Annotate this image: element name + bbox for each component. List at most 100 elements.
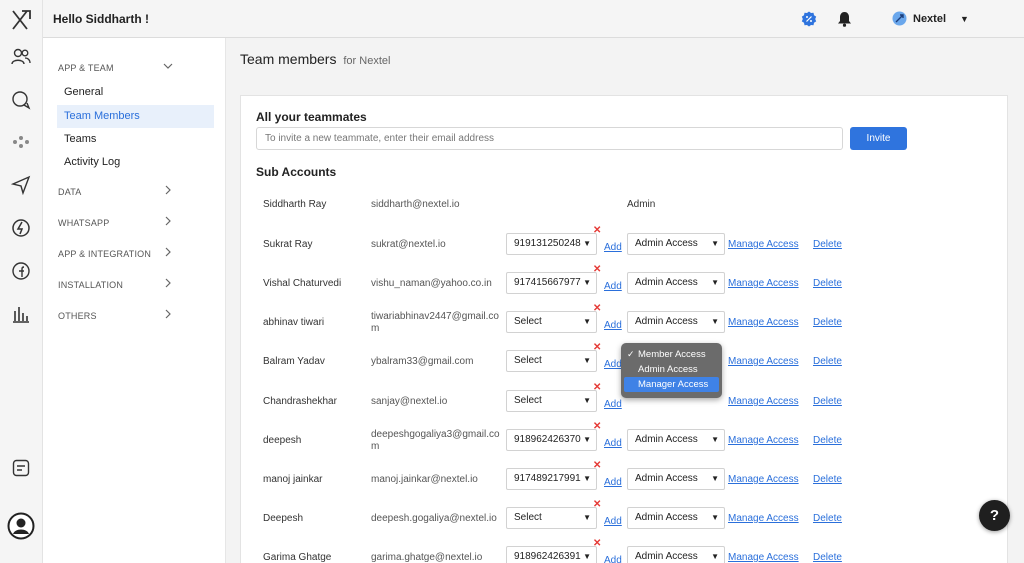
access-select[interactable]: Admin Access ▼: [627, 546, 725, 563]
nav-section-app-integration[interactable]: APP & INTEGRATION: [58, 249, 178, 259]
delete-link[interactable]: Delete: [813, 278, 842, 289]
delete-link[interactable]: Delete: [813, 396, 842, 407]
contacts-icon[interactable]: [9, 45, 33, 69]
sub-accounts-heading: Sub Accounts: [256, 165, 337, 179]
add-phone-link[interactable]: Add: [604, 281, 622, 292]
manage-access-link[interactable]: Manage Access: [728, 396, 799, 407]
delete-link[interactable]: Delete: [813, 474, 842, 485]
add-phone-link[interactable]: Add: [604, 516, 622, 527]
flow-icon[interactable]: [9, 130, 33, 154]
chevron-down-icon[interactable]: [163, 60, 173, 74]
chevron-right-icon[interactable]: [163, 184, 173, 198]
table-row: manoj jainkar manoj.jainkar@nextel.io 91…: [241, 460, 1007, 501]
phone-select[interactable]: Select ▼: [506, 390, 597, 412]
member-name: Balram Yadav: [263, 356, 325, 367]
nav-item-general[interactable]: General: [57, 81, 214, 104]
manage-access-link[interactable]: Manage Access: [728, 278, 799, 289]
menu-option-member-access[interactable]: ✓ Member Access: [624, 347, 719, 362]
remove-phone-icon[interactable]: ✕: [593, 421, 601, 432]
nav-item-team-members[interactable]: Team Members: [57, 105, 214, 128]
notifications-bell-icon[interactable]: [837, 11, 852, 30]
phone-select[interactable]: Select ▼: [506, 311, 597, 333]
member-email: deepeshgogaliya3@gmail.com: [371, 429, 500, 452]
menu-option-manager-access[interactable]: Manager Access: [624, 377, 719, 392]
phone-select[interactable]: Select ▼: [506, 350, 597, 372]
help-button[interactable]: ?: [979, 500, 1010, 531]
invite-email-input[interactable]: [256, 127, 843, 150]
analytics-icon[interactable]: [9, 302, 33, 326]
delete-link[interactable]: Delete: [813, 356, 842, 367]
nav-section-app-team[interactable]: APP & TEAM: [58, 63, 178, 73]
invite-button[interactable]: Invite: [850, 127, 907, 150]
add-phone-link[interactable]: Add: [604, 477, 622, 488]
add-phone-link[interactable]: Add: [604, 242, 622, 253]
access-select[interactable]: Admin Access ▼: [627, 429, 725, 451]
offers-badge-icon[interactable]: [801, 11, 817, 30]
chevron-right-icon[interactable]: [163, 215, 173, 229]
table-row: deepesh deepeshgogaliya3@gmail.com 91896…: [241, 421, 1007, 462]
access-select[interactable]: Admin Access ▼: [627, 468, 725, 490]
delete-link[interactable]: Delete: [813, 317, 842, 328]
nav-section-others[interactable]: OTHERS: [58, 311, 178, 321]
remove-phone-icon[interactable]: ✕: [593, 499, 601, 510]
remove-phone-icon[interactable]: ✕: [593, 538, 601, 549]
member-email: garima.ghatge@nextel.io: [371, 552, 483, 563]
access-select[interactable]: Admin Access ▼: [627, 507, 725, 529]
add-phone-link[interactable]: Add: [604, 320, 622, 331]
phone-select[interactable]: Select ▼: [506, 507, 597, 529]
delete-link[interactable]: Delete: [813, 435, 842, 446]
teammates-heading: All your teammates: [256, 110, 367, 124]
manage-access-link[interactable]: Manage Access: [728, 356, 799, 367]
phone-select[interactable]: 919131250248 ▼: [506, 233, 597, 255]
manage-access-link[interactable]: Manage Access: [728, 552, 799, 563]
phone-select[interactable]: 917489217991 ▼: [506, 468, 597, 490]
menu-option-admin-access[interactable]: Admin Access: [624, 362, 719, 377]
manage-access-link[interactable]: Manage Access: [728, 513, 799, 524]
icon-rail: [0, 0, 43, 563]
delete-link[interactable]: Delete: [813, 239, 842, 250]
delete-link[interactable]: Delete: [813, 513, 842, 524]
member-name: Vishal Chaturvedi: [263, 278, 342, 289]
facebook-icon[interactable]: [9, 259, 33, 283]
phone-select[interactable]: 917415667977 ▼: [506, 272, 597, 294]
whatsapp-icon[interactable]: [9, 216, 33, 240]
chevron-right-icon[interactable]: [163, 246, 173, 260]
manage-access-link[interactable]: Manage Access: [728, 239, 799, 250]
nav-section-whatsapp[interactable]: WHATSAPP: [58, 218, 178, 228]
app-logo-icon[interactable]: [9, 8, 33, 32]
profile-avatar-icon[interactable]: [7, 512, 35, 540]
add-phone-link[interactable]: Add: [604, 399, 622, 410]
workspace-switcher[interactable]: Nextel ▼: [892, 11, 969, 26]
manage-access-link[interactable]: Manage Access: [728, 474, 799, 485]
member-name: abhinav tiwari: [263, 317, 325, 328]
remove-phone-icon[interactable]: ✕: [593, 342, 601, 353]
member-email: ybalram33@gmail.com: [371, 356, 474, 367]
nav-section-installation[interactable]: INSTALLATION: [58, 280, 178, 290]
send-icon[interactable]: [9, 173, 33, 197]
access-dropdown-menu: ✓ Member Access Admin Access Manager Acc…: [621, 343, 722, 398]
chevron-right-icon[interactable]: [163, 308, 173, 322]
delete-link[interactable]: Delete: [813, 552, 842, 563]
remove-phone-icon[interactable]: ✕: [593, 460, 601, 471]
manage-access-link[interactable]: Manage Access: [728, 435, 799, 446]
remove-phone-icon[interactable]: ✕: [593, 264, 601, 275]
access-select-value: Admin Access: [635, 434, 698, 445]
phone-select[interactable]: 918962426370 ▼: [506, 429, 597, 451]
notes-icon[interactable]: [9, 456, 33, 480]
add-phone-link[interactable]: Add: [604, 555, 622, 563]
add-phone-link[interactable]: Add: [604, 438, 622, 449]
nav-section-data[interactable]: DATA: [58, 187, 178, 197]
remove-phone-icon[interactable]: ✕: [593, 382, 601, 393]
remove-phone-icon[interactable]: ✕: [593, 225, 601, 236]
add-phone-link[interactable]: Add: [604, 359, 622, 370]
nav-item-teams[interactable]: Teams: [57, 128, 214, 151]
chat-icon[interactable]: [9, 88, 33, 112]
chevron-right-icon[interactable]: [163, 277, 173, 291]
manage-access-link[interactable]: Manage Access: [728, 317, 799, 328]
access-select[interactable]: Admin Access ▼: [627, 233, 725, 255]
nav-item-activity-log[interactable]: Activity Log: [57, 151, 214, 174]
access-select[interactable]: Admin Access ▼: [627, 272, 725, 294]
phone-select[interactable]: 918962426391 ▼: [506, 546, 597, 563]
access-select[interactable]: Admin Access ▼: [627, 311, 725, 333]
remove-phone-icon[interactable]: ✕: [593, 303, 601, 314]
